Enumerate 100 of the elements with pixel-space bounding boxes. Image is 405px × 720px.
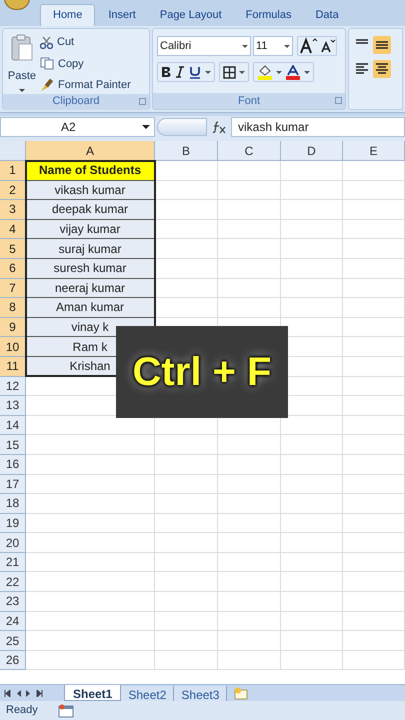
status-text: Ready	[6, 703, 38, 718]
row-header[interactable]: 9	[0, 318, 26, 338]
grid-cell	[155, 180, 218, 200]
grid-cell	[281, 258, 343, 279]
table-cell: neeraj kumar	[26, 278, 155, 298]
sheet-tab[interactable]: Sheet2	[121, 686, 174, 700]
grow-font-icon[interactable]	[298, 37, 318, 55]
row-header[interactable]: 18	[0, 494, 26, 514]
grid-cell	[218, 239, 281, 259]
grid-cell	[218, 572, 281, 592]
row-header[interactable]: 21	[0, 552, 26, 572]
group-label: Clipboard	[52, 94, 100, 110]
row-header[interactable]: 8	[0, 298, 26, 318]
row-header[interactable]: 22	[0, 572, 26, 592]
row-header[interactable]: 13	[0, 396, 26, 416]
formula-bar-handle[interactable]	[157, 118, 207, 136]
table-cell: vijay kumar	[26, 220, 155, 240]
clipboard-icon	[10, 34, 34, 62]
paste-button[interactable]: Paste	[7, 32, 37, 94]
column-header[interactable]: E	[343, 141, 405, 161]
grid-cell	[343, 435, 405, 455]
ribbon-tab[interactable]: Insert	[97, 4, 147, 26]
align-center-icon[interactable]	[373, 60, 391, 78]
italic-icon[interactable]	[175, 66, 185, 78]
row-header[interactable]: 23	[0, 592, 26, 612]
grid-cell	[281, 298, 343, 318]
grid-cell	[343, 533, 405, 553]
row-header[interactable]: 12	[0, 376, 26, 396]
row-header[interactable]: 16	[0, 454, 26, 474]
row-header[interactable]: 6	[0, 258, 26, 279]
caret-icon[interactable]	[304, 70, 310, 74]
column-header[interactable]: D	[281, 141, 343, 161]
grid-cell	[281, 220, 343, 240]
sheet-tab[interactable]: Sheet3	[174, 686, 228, 700]
row-header[interactable]: 15	[0, 435, 26, 455]
row-header[interactable]: 1	[0, 161, 26, 181]
ribbon-tab[interactable]: Page Layout	[148, 4, 233, 26]
grid-cell	[343, 278, 405, 298]
caret-icon[interactable]	[239, 70, 245, 74]
row-header[interactable]: 11	[0, 356, 26, 377]
row-header[interactable]: 5	[0, 239, 26, 259]
row-header[interactable]: 24	[0, 612, 26, 632]
format-painter-button[interactable]: Format Painter	[40, 77, 131, 94]
grid-cell	[343, 631, 405, 651]
font-color-icon[interactable]	[285, 64, 301, 80]
grid-cell	[281, 572, 343, 592]
underline-icon[interactable]	[189, 66, 201, 78]
macro-record-icon[interactable]	[58, 704, 74, 718]
row-header[interactable]: 19	[0, 514, 26, 534]
grid-cell	[343, 161, 405, 181]
column-header[interactable]: C	[218, 141, 281, 161]
grid-cell	[343, 200, 405, 220]
column-header[interactable]: A	[26, 141, 155, 161]
grid-cell	[343, 220, 405, 240]
grid-cell	[155, 552, 218, 572]
grid-cell	[155, 258, 218, 279]
bold-icon[interactable]	[161, 66, 171, 78]
column-header[interactable]: B	[155, 141, 218, 161]
function-icon[interactable]	[211, 120, 227, 134]
grid-cell	[218, 533, 281, 553]
row-header[interactable]: 7	[0, 278, 26, 298]
fill-color-icon[interactable]	[257, 64, 273, 80]
next-sheet-icon[interactable]	[26, 690, 31, 696]
grid-cell	[281, 514, 343, 534]
grid-cell	[343, 180, 405, 200]
font-size-field[interactable]: 11	[253, 36, 293, 56]
row-header[interactable]: 10	[0, 337, 26, 357]
grid-cell	[218, 200, 281, 220]
row-header[interactable]: 20	[0, 533, 26, 553]
row-header[interactable]: 4	[0, 220, 26, 240]
grid-cell	[281, 650, 343, 670]
first-sheet-icon[interactable]	[4, 690, 11, 696]
ribbon-tab[interactable]: Formulas	[234, 4, 302, 26]
align-middle-icon[interactable]	[373, 36, 391, 54]
row-header[interactable]: 2	[0, 180, 26, 200]
grid-cell	[343, 454, 405, 474]
ribbon-tab[interactable]: Home	[40, 4, 96, 26]
grid-cell	[218, 278, 281, 298]
table-cell: suresh kumar	[26, 258, 155, 279]
sheet-tab[interactable]: Sheet1	[64, 685, 122, 701]
font-name-field[interactable]: Calibri	[157, 36, 251, 56]
caret-icon[interactable]	[205, 70, 211, 74]
cut-button[interactable]: Cut	[40, 34, 131, 50]
scissors-icon	[40, 36, 53, 49]
grid-cell	[281, 533, 343, 553]
grid-cell	[343, 416, 405, 436]
formula-input[interactable]: vikash kumar	[231, 116, 405, 136]
row-header[interactable]: 26	[0, 650, 26, 670]
name-box[interactable]: A2	[0, 116, 155, 136]
row-header[interactable]: 14	[0, 416, 26, 436]
caret-icon[interactable]	[276, 70, 282, 74]
previous-sheet-icon[interactable]	[16, 690, 21, 696]
grid-cell	[281, 494, 343, 514]
borders-icon[interactable]	[223, 66, 236, 78]
row-header[interactable]: 17	[0, 474, 26, 494]
ribbon-tab[interactable]: Data	[304, 4, 350, 26]
copy-button[interactable]: Copy	[40, 56, 131, 72]
row-header[interactable]: 25	[0, 631, 26, 651]
last-sheet-icon[interactable]	[36, 690, 43, 696]
row-header[interactable]: 3	[0, 200, 26, 220]
